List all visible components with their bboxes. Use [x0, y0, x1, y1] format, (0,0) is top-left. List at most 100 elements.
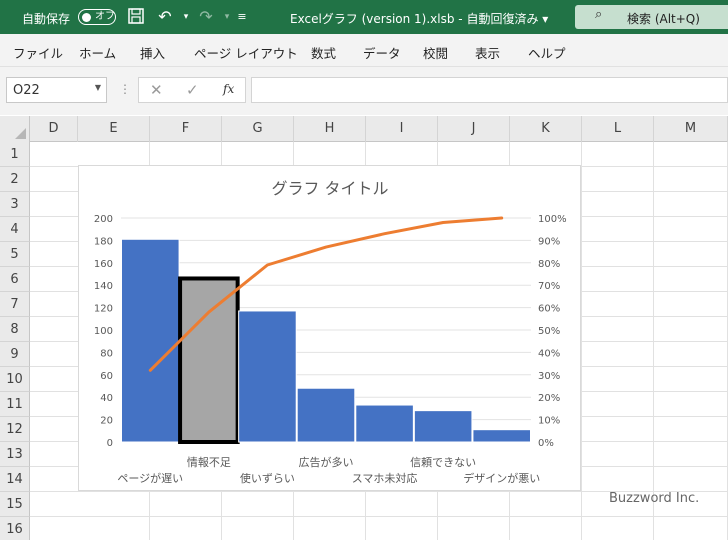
row-header-13[interactable]: 13 — [0, 442, 30, 467]
search-placeholder: 検索 (Alt+Q) — [627, 12, 700, 26]
column-header-h[interactable]: H — [294, 116, 366, 142]
search-box[interactable]: ⌕ 検索 (Alt+Q) — [575, 5, 728, 29]
column-header-l[interactable]: L — [582, 116, 654, 142]
row-header-11[interactable]: 11 — [0, 392, 30, 417]
autosave-state: オフ — [95, 11, 115, 22]
row-header-1[interactable]: 1 — [0, 142, 30, 167]
y-tick-label: 80 — [100, 348, 113, 359]
search-icon: ⌕ — [595, 7, 603, 22]
column-header-k[interactable]: K — [510, 116, 582, 142]
y-tick-label: 200 — [94, 214, 113, 225]
y-tick-label: 0 — [107, 438, 113, 449]
bar[interactable] — [413, 410, 473, 443]
autosave-toggle[interactable]: オフ — [78, 9, 116, 25]
customize-toolbar-icon[interactable]: ≡ — [232, 7, 252, 27]
cancel-icon[interactable]: ✕ — [150, 81, 163, 99]
enter-icon[interactable]: ✓ — [186, 81, 199, 99]
y-tick-label: 140 — [94, 281, 113, 292]
row-header-3[interactable]: 3 — [0, 192, 30, 217]
column-header-m[interactable]: M — [654, 116, 728, 142]
bar-selected[interactable] — [178, 276, 240, 445]
undo-dropdown-icon[interactable]: ▾ — [176, 7, 196, 27]
x-category-label: 広告が多い — [299, 455, 354, 469]
y2-tick-label: 10% — [538, 416, 560, 427]
y2-tick-label: 70% — [538, 281, 560, 292]
row-header-8[interactable]: 8 — [0, 317, 30, 342]
row-header-2[interactable]: 2 — [0, 167, 30, 192]
row-header-5[interactable]: 5 — [0, 242, 30, 267]
bar[interactable] — [355, 404, 414, 443]
y2-tick-label: 100% — [538, 214, 567, 225]
ribbon-tabs: ファイル ホーム 挿入 ページ レイアウト 数式 データ 校閲 表示 ヘルプ — [0, 34, 728, 67]
x-category-label: 信頼できない — [410, 456, 476, 469]
column-header-f[interactable]: F — [150, 116, 222, 142]
undo-icon[interactable]: ↶ — [155, 7, 175, 27]
row-header-7[interactable]: 7 — [0, 292, 30, 317]
select-all-button[interactable] — [0, 116, 30, 142]
chevron-down-icon[interactable]: ▼ — [95, 83, 101, 92]
y-tick-label: 60 — [100, 371, 113, 382]
name-box[interactable]: O22 ▼ — [6, 77, 107, 103]
y2-tick-label: 30% — [538, 371, 560, 382]
bar[interactable] — [296, 387, 356, 443]
tab-page-layout[interactable]: ページ レイアウト — [194, 43, 298, 62]
autosave-label: 自動保存 — [22, 12, 71, 26]
tab-data[interactable]: データ — [363, 43, 401, 62]
title-bar: 自動保存 オフ ↶ ▾ ↷ ▾ ≡ Excelグラフ (version 1).x… — [0, 0, 728, 34]
y2-tick-label: 20% — [538, 393, 560, 404]
name-box-value: O22 — [13, 83, 40, 98]
row-header-9[interactable]: 9 — [0, 342, 30, 367]
row-header-4[interactable]: 4 — [0, 217, 30, 242]
row-header-15[interactable]: 15 — [0, 492, 30, 517]
tab-insert[interactable]: 挿入 — [140, 43, 165, 62]
formula-input[interactable] — [251, 77, 728, 103]
column-header-e[interactable]: E — [78, 116, 150, 142]
insert-function-icon[interactable]: fx — [223, 82, 234, 96]
x-category-label: 情報不足 — [187, 456, 231, 469]
y-tick-label: 180 — [94, 236, 113, 247]
y2-tick-label: 80% — [538, 259, 560, 270]
x-category-label: デザインが悪い — [463, 471, 540, 485]
toggle-knob — [82, 12, 91, 22]
column-gridline — [653, 142, 654, 540]
bar[interactable] — [472, 429, 531, 443]
chart-canvas: グラフ タイトル 0 0% 20 10% 40 20% 60 30% 80 40% 100 50% 12… — [94, 179, 567, 485]
y-tick-label: 40 — [100, 393, 113, 404]
y2-tick-label: 90% — [538, 236, 560, 247]
y2-tick-label: 60% — [538, 304, 560, 315]
tab-view[interactable]: 表示 — [475, 43, 500, 62]
formula-buttons: ✕ ✓ fx — [138, 77, 246, 103]
column-header-j[interactable]: J — [438, 116, 510, 142]
x-category-label: ページが遅い — [117, 471, 183, 485]
tab-formulas[interactable]: 数式 — [311, 43, 336, 62]
formula-bar: O22 ▼ ⋮ ✕ ✓ fx — [0, 67, 728, 115]
tab-home[interactable]: ホーム — [79, 43, 116, 62]
tab-help[interactable]: ヘルプ — [528, 43, 566, 62]
tab-file[interactable]: ファイル — [13, 43, 63, 62]
y-tick-label: 100 — [94, 326, 113, 337]
column-header-g[interactable]: G — [222, 116, 294, 142]
row-gridline — [30, 516, 728, 517]
chart-title[interactable]: グラフ タイトル — [271, 179, 388, 198]
y-tick-label: 20 — [100, 416, 113, 427]
bar[interactable] — [121, 238, 180, 443]
document-title[interactable]: Excelグラフ (version 1).xlsb - 自動回復済み ▾ — [290, 10, 548, 27]
y2-tick-label: 0% — [538, 438, 554, 449]
row-header-10[interactable]: 10 — [0, 367, 30, 392]
column-header-d[interactable]: D — [30, 116, 78, 142]
column-header-i[interactable]: I — [366, 116, 438, 142]
tab-review[interactable]: 校閲 — [423, 43, 448, 62]
row-header-16[interactable]: 16 — [0, 517, 30, 540]
save-icon[interactable] — [126, 7, 146, 27]
redo-icon[interactable]: ↷ — [196, 7, 216, 27]
y-tick-label: 160 — [94, 259, 113, 270]
select-all-icon — [15, 128, 26, 139]
row-header-14[interactable]: 14 — [0, 467, 30, 492]
watermark: Buzzword Inc. — [609, 491, 700, 506]
y2-tick-label: 40% — [538, 348, 560, 359]
bar[interactable] — [238, 310, 297, 443]
y-tick-label: 120 — [94, 304, 113, 315]
pareto-chart[interactable]: グラフ タイトル 0 0% 20 10% 40 20% 60 30% 80 40% 100 50% 12… — [78, 165, 581, 491]
row-header-12[interactable]: 12 — [0, 417, 30, 442]
row-header-6[interactable]: 6 — [0, 267, 30, 292]
